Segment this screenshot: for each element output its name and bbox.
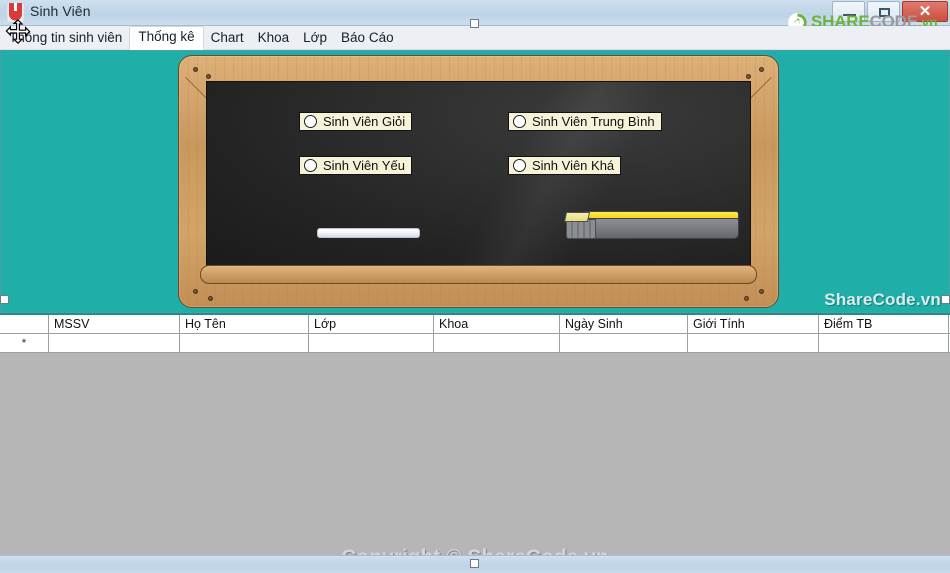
application-window: Sinh Viên ✕ SHARECODE.vn Thông tin sinh … bbox=[0, 0, 950, 573]
new-row-cell-diem-tb[interactable] bbox=[819, 334, 949, 352]
data-grid-new-row[interactable]: * bbox=[0, 334, 950, 353]
radio-label-trung-binh: Sinh Viên Trung Bình bbox=[532, 113, 655, 129]
frame-screw-tr1 bbox=[759, 67, 764, 72]
tab-chart[interactable]: Chart bbox=[204, 27, 251, 50]
students-data-grid[interactable]: MSSV Họ Tên Lớp Khoa Ngày Sinh Giới Tính… bbox=[0, 313, 950, 569]
statistics-panel: Sinh Viên Giỏi Sinh Viên Trung Bình Sinh… bbox=[0, 50, 950, 313]
radio-sinh-vien-gioi[interactable]: Sinh Viên Giỏi bbox=[299, 112, 413, 131]
resize-handle-left[interactable] bbox=[0, 295, 9, 304]
blackboard: Sinh Viên Giỏi Sinh Viên Trung Bình Sinh… bbox=[178, 55, 779, 308]
new-row-cell-ngay-sinh[interactable] bbox=[560, 334, 688, 352]
column-header-diem-tb[interactable]: Điểm TB bbox=[819, 315, 949, 333]
column-header-mssv[interactable]: MSSV bbox=[49, 315, 180, 333]
radio-icon-kha bbox=[513, 159, 526, 172]
radio-icon-yeu bbox=[304, 159, 317, 172]
column-header-khoa[interactable]: Khoa bbox=[434, 315, 560, 333]
radio-label-kha: Sinh Viên Khá bbox=[532, 157, 615, 173]
radio-sinh-vien-trung-binh[interactable]: Sinh Viên Trung Bình bbox=[508, 112, 662, 131]
new-row-cell-lop[interactable] bbox=[309, 334, 434, 352]
resize-handle-bottom[interactable] bbox=[470, 559, 479, 568]
new-row-cell-mssv[interactable] bbox=[49, 334, 180, 352]
chalk-icon bbox=[317, 228, 420, 238]
frame-screw-bl1 bbox=[193, 289, 198, 294]
panel-watermark: ShareCode.vn bbox=[824, 290, 941, 309]
eraser-felt bbox=[566, 219, 596, 239]
frame-screw-bl2 bbox=[208, 296, 213, 301]
blackboard-ledge bbox=[200, 265, 757, 284]
frame-screw-tl2 bbox=[206, 74, 211, 79]
frame-screw-tl1 bbox=[193, 67, 198, 72]
frame-screw-br2 bbox=[744, 296, 749, 301]
blackboard-surface bbox=[206, 81, 751, 266]
window-title: Sinh Viên bbox=[30, 3, 91, 19]
frame-screw-br1 bbox=[759, 289, 764, 294]
new-row-cell-gioi-tinh[interactable] bbox=[688, 334, 819, 352]
eraser-icon bbox=[563, 209, 739, 239]
tab-bao-cao[interactable]: Báo Cáo bbox=[334, 27, 401, 50]
column-header-ho-ten[interactable]: Họ Tên bbox=[180, 315, 309, 333]
tab-lop[interactable]: Lớp bbox=[296, 27, 334, 50]
new-row-indicator[interactable]: * bbox=[0, 334, 49, 352]
radio-sinh-vien-kha[interactable]: Sinh Viên Khá bbox=[508, 156, 622, 175]
new-row-cell-ho-ten[interactable] bbox=[180, 334, 309, 352]
frame-screw-tr2 bbox=[746, 74, 751, 79]
resize-handle-top[interactable] bbox=[470, 19, 479, 28]
radio-label-gioi: Sinh Viên Giỏi bbox=[323, 113, 406, 129]
radio-label-yeu: Sinh Viên Yếu bbox=[323, 157, 405, 173]
grid-corner-header[interactable] bbox=[0, 315, 49, 333]
data-grid-body[interactable]: Copyright © ShareCode.vn bbox=[0, 354, 950, 569]
eraser-tip bbox=[563, 212, 591, 222]
tab-thong-ke[interactable]: Thống kê bbox=[129, 26, 204, 50]
resize-handle-right[interactable] bbox=[941, 295, 950, 304]
data-grid-header-row: MSSV Họ Tên Lớp Khoa Ngày Sinh Giới Tính… bbox=[0, 315, 950, 334]
tab-strip: Thông tin sinh viên Thống kê Chart Khoa … bbox=[0, 26, 950, 50]
column-header-ngay-sinh[interactable]: Ngày Sinh bbox=[560, 315, 688, 333]
tab-bar: Thông tin sinh viên Thống kê Chart Khoa … bbox=[0, 26, 950, 50]
tab-khoa[interactable]: Khoa bbox=[251, 27, 297, 50]
radio-sinh-vien-yeu[interactable]: Sinh Viên Yếu bbox=[299, 156, 412, 175]
move-cursor-icon bbox=[5, 19, 31, 44]
column-header-lop[interactable]: Lớp bbox=[309, 315, 434, 333]
radio-icon-gioi bbox=[304, 115, 317, 128]
radio-icon-trung-binh bbox=[513, 115, 526, 128]
column-header-gioi-tinh[interactable]: Giới Tính bbox=[688, 315, 819, 333]
eraser-top-strip bbox=[583, 211, 739, 219]
eraser-body bbox=[580, 217, 739, 239]
new-row-cell-khoa[interactable] bbox=[434, 334, 560, 352]
